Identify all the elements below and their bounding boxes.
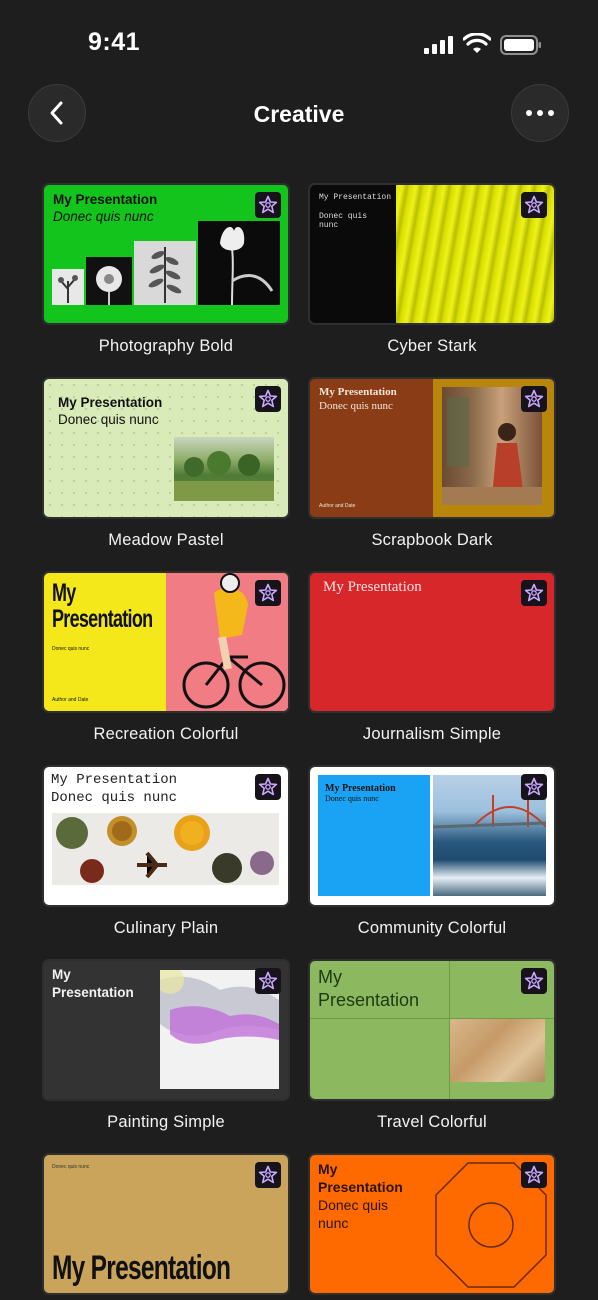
template-heading-line2: Presentation xyxy=(318,1179,403,1195)
template-heading-line2: Presentation xyxy=(318,990,420,1010)
spices-image xyxy=(52,813,279,885)
template-footer: Author and Date xyxy=(52,697,89,703)
template-subheading: Donec quis nunc xyxy=(319,400,393,412)
sparkle-star-icon xyxy=(258,389,278,409)
premium-badge xyxy=(255,968,281,994)
photo-thumb xyxy=(134,241,196,305)
sparkle-star-icon xyxy=(258,777,278,797)
template-name: Photography Bold xyxy=(98,337,234,355)
premium-badge xyxy=(521,774,547,800)
premium-badge xyxy=(521,192,547,218)
template-card-scrapbook-dark[interactable]: My Presentation Donec quis nunc Author a… xyxy=(310,379,554,517)
template-heading-line1: My xyxy=(318,967,342,987)
meadow-landscape-image xyxy=(174,437,274,501)
template-name: Community Colorful xyxy=(357,919,507,937)
template-subheading: Donec quis nunc xyxy=(52,646,90,652)
premium-badge xyxy=(255,580,281,606)
template-heading-line1: My xyxy=(318,1161,338,1177)
template-name: Recreation Colorful xyxy=(93,725,239,743)
template-heading-line2: Presentation xyxy=(52,605,153,633)
photo-thumb xyxy=(86,257,132,305)
template-heading: My Presentation xyxy=(52,1249,231,1287)
photo-thumb xyxy=(52,269,84,305)
template-heading: My Presentation xyxy=(325,783,396,794)
premium-badge xyxy=(255,192,281,218)
template-card-travel-colorful[interactable]: My Presentation xyxy=(310,961,554,1099)
wifi-icon xyxy=(463,33,491,53)
template-heading: My Presentation xyxy=(51,772,178,788)
template-subheading: Donec quis nunc xyxy=(58,412,159,427)
battery-icon xyxy=(500,35,541,55)
template-heading: My Presentation xyxy=(58,395,163,410)
premium-badge xyxy=(255,386,281,412)
template-heading-line1: My xyxy=(52,579,76,607)
template-heading: My Presentation xyxy=(323,579,422,595)
sparkle-star-icon xyxy=(524,583,544,603)
sparkle-star-icon xyxy=(524,777,544,797)
template-heading: My Presentation xyxy=(53,192,158,207)
template-card-gold[interactable]: Donec quis nunc My Presentation xyxy=(44,1155,288,1293)
status-bar: 9:41 xyxy=(0,0,598,90)
signal-icon xyxy=(424,36,453,54)
more-options-button[interactable] xyxy=(511,84,569,142)
template-heading: My Presentation xyxy=(319,386,397,398)
template-name: Cyber Stark xyxy=(387,337,477,355)
template-subheading: Donec quis nunc xyxy=(319,212,368,230)
status-time: 9:41 xyxy=(88,28,141,56)
template-heading: My Presentation xyxy=(319,193,392,202)
premium-badge xyxy=(255,1162,281,1188)
template-name: Meadow Pastel xyxy=(108,531,224,549)
sparkle-star-icon xyxy=(524,1165,544,1185)
sparkle-star-icon xyxy=(258,583,278,603)
template-subheading: Donec quis nunc xyxy=(53,209,154,224)
template-card-journalism-simple[interactable]: My Presentation xyxy=(310,573,554,711)
sparkle-star-icon xyxy=(258,1165,278,1185)
template-name: Culinary Plain xyxy=(113,919,219,937)
desert-image xyxy=(450,1019,545,1082)
template-card-meadow-pastel[interactable]: My Presentation Donec quis nunc xyxy=(44,379,288,517)
photo-thumb xyxy=(198,221,280,306)
premium-badge xyxy=(521,968,547,994)
template-name: Travel Colorful xyxy=(377,1113,487,1131)
template-card-painting-simple[interactable]: My Presentation xyxy=(44,961,288,1099)
sparkle-star-icon xyxy=(524,389,544,409)
template-subheading: Donec quis nunc xyxy=(52,1164,90,1170)
premium-badge xyxy=(521,1162,547,1188)
premium-badge xyxy=(521,386,547,412)
page-title: Creative xyxy=(253,101,345,127)
premium-badge xyxy=(255,774,281,800)
sparkle-star-icon xyxy=(524,971,544,991)
template-heading-line2: Presentation xyxy=(52,985,134,1000)
template-subheading: Donec quis nunc xyxy=(325,794,379,803)
ellipsis-icon xyxy=(526,110,554,116)
template-card-recreation-colorful[interactable]: My Presentation Donec quis nunc Author a… xyxy=(44,573,288,711)
template-card-cyber-stark[interactable]: My Presentation Donec quis nunc xyxy=(310,185,554,323)
sparkle-star-icon xyxy=(258,971,278,991)
template-name: Scrapbook Dark xyxy=(371,531,493,549)
template-subheading: Donec quis nunc xyxy=(51,790,178,806)
sparkle-star-icon xyxy=(258,195,278,215)
template-name: Painting Simple xyxy=(107,1113,225,1131)
template-card-community-colorful[interactable]: My Presentation Donec quis nunc xyxy=(310,767,554,905)
template-footer: Author and Date xyxy=(319,503,356,509)
premium-badge xyxy=(521,580,547,606)
template-card-orange[interactable]: My Presentation Donec quis nunc xyxy=(310,1155,554,1293)
template-card-photography-bold[interactable]: My Presentation Donec quis nunc xyxy=(44,185,288,323)
template-subheading-line2: nunc xyxy=(318,1215,349,1231)
template-card-culinary-plain[interactable]: My Presentation Donec quis nunc xyxy=(44,767,288,905)
sparkle-star-icon xyxy=(524,195,544,215)
template-subheading-line1: Donec quis xyxy=(318,1197,389,1213)
template-heading-line1: My xyxy=(52,967,71,982)
template-name: Journalism Simple xyxy=(362,725,502,743)
